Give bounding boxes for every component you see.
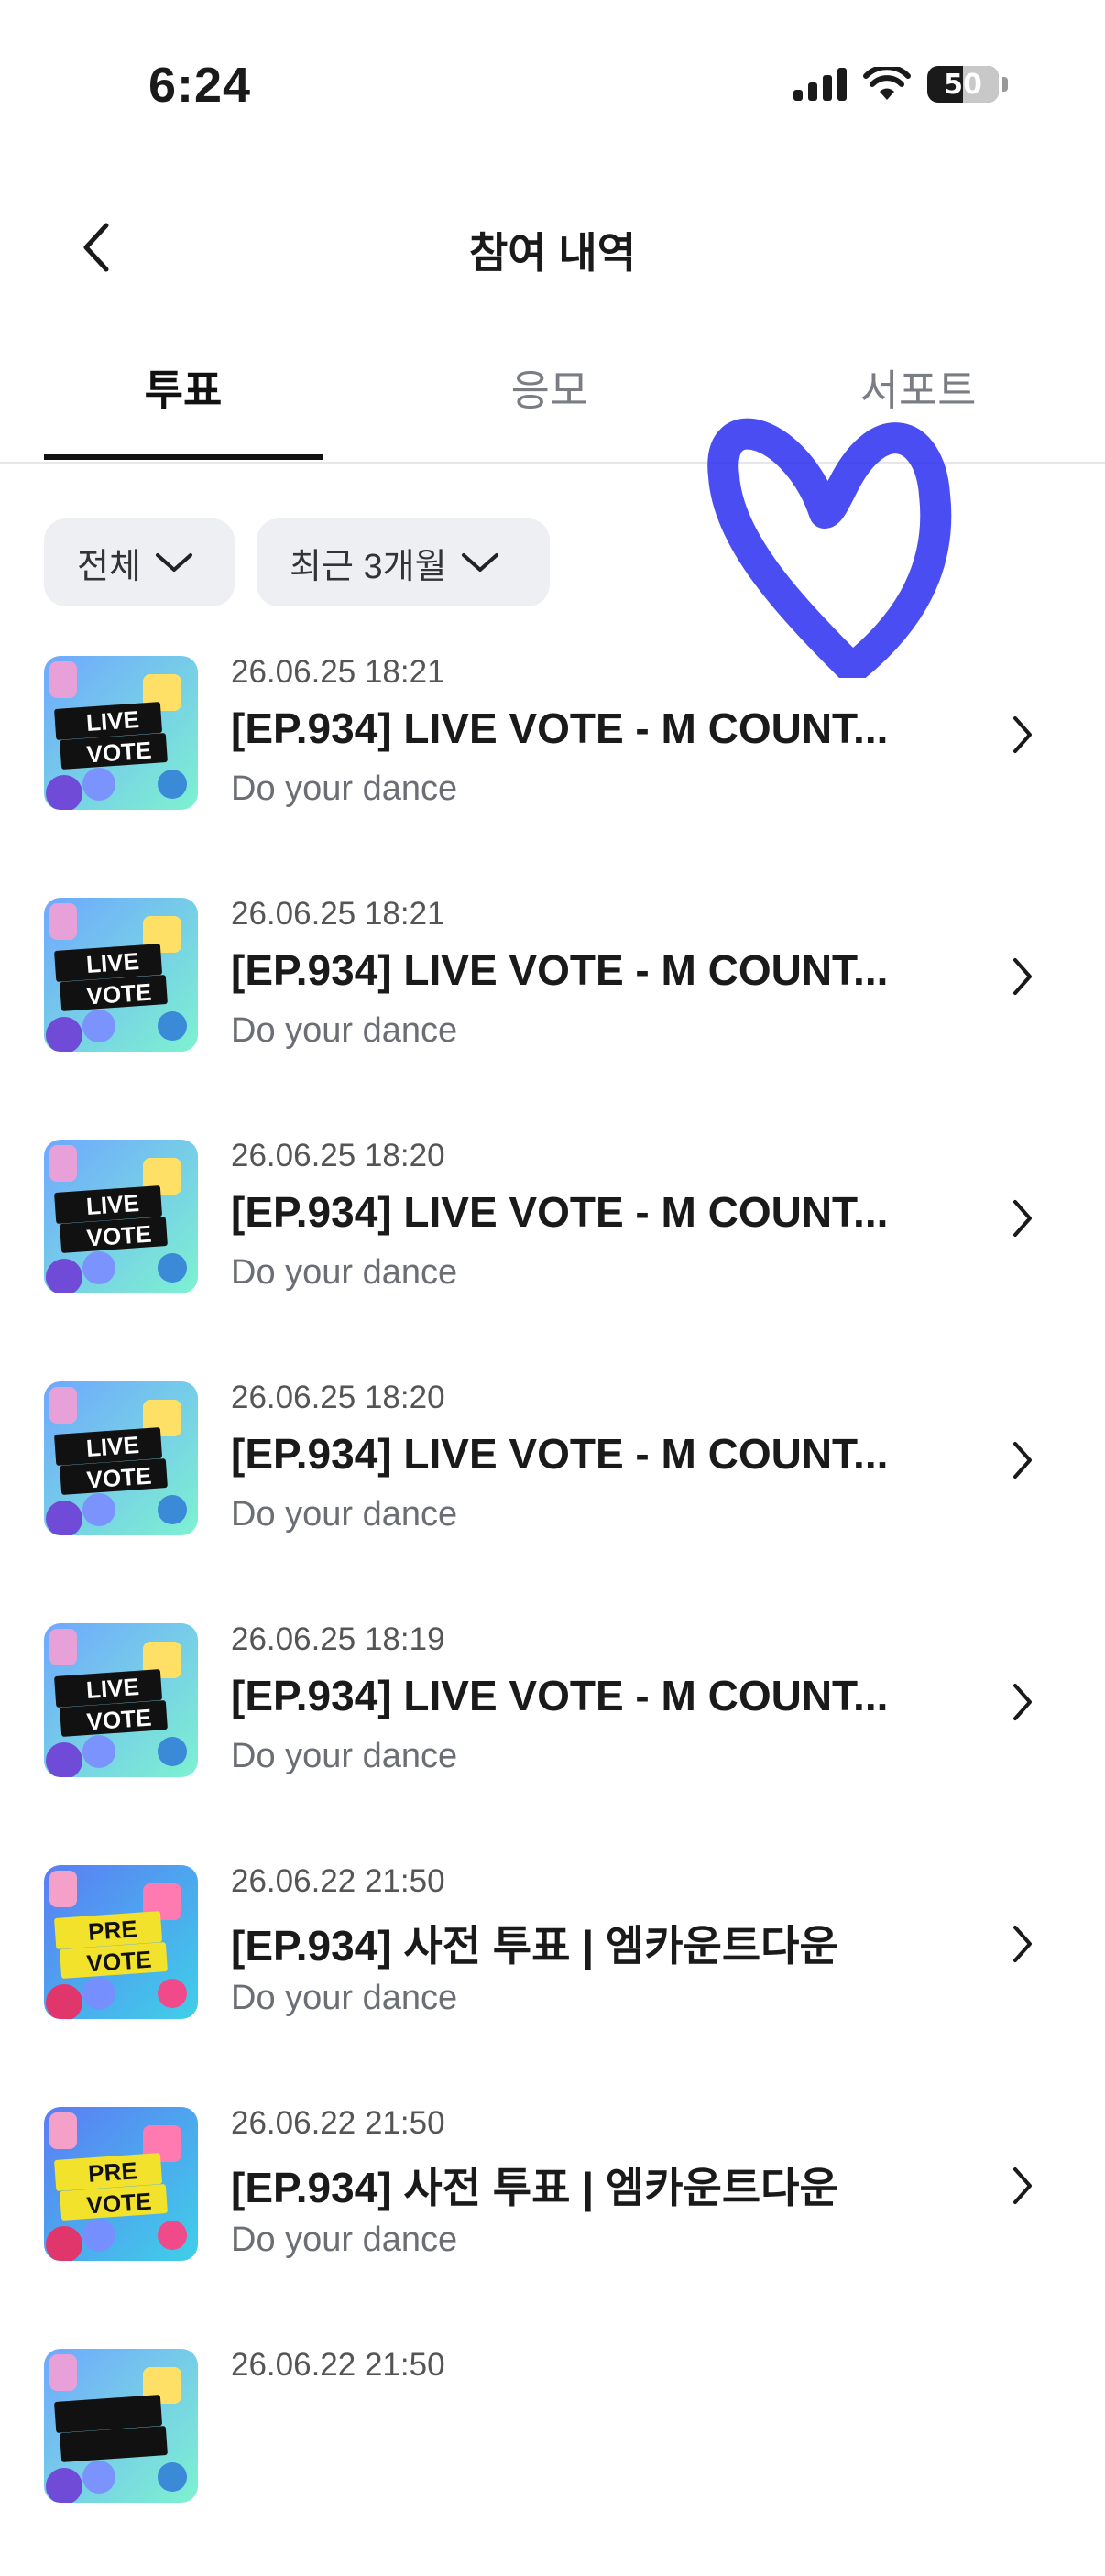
page-title: 참여 내역 bbox=[468, 229, 637, 277]
list-item[interactable]: LIVE VOTE 26.06.25 18:19 [EP.934] LIVE VOTE… bbox=[0, 1609, 1105, 1850]
active-tab-indicator bbox=[44, 454, 323, 460]
item-title: [EP.934] LIVE VOTE - M COUNT... bbox=[231, 1672, 889, 1719]
item-date: 26.06.25 18:20 bbox=[231, 1380, 445, 1415]
item-date: 26.06.25 18:21 bbox=[231, 654, 445, 690]
thumbnail-badge-top: LIVE bbox=[85, 1431, 140, 1462]
thumbnail-badge-top: LIVE bbox=[85, 1673, 140, 1704]
chevron-right-icon[interactable] bbox=[1004, 1435, 1041, 1486]
item-title: [EP.934] 사전 투표 | 엠카운트다운 bbox=[231, 1922, 838, 1970]
item-title: [EP.934] 사전 투표 | 엠카운트다운 bbox=[231, 2164, 838, 2211]
battery-level: 50 bbox=[944, 68, 982, 101]
live-vote-thumbnail: LIVE VOTE bbox=[44, 656, 198, 810]
list-item[interactable]: PRE VOTE 26.06.22 21:50 [EP.934] 사전 투표 | 엠카… bbox=[0, 2092, 1105, 2334]
chevron-down-icon bbox=[461, 553, 498, 572]
thumbnail-badge-top: PRE bbox=[87, 2156, 138, 2188]
battery-cap bbox=[1002, 77, 1008, 92]
thumbnail-badge-top: LIVE bbox=[85, 1189, 140, 1220]
filter-all-dropdown[interactable]: 전체 bbox=[44, 518, 235, 606]
battery-icon: 50 bbox=[927, 66, 999, 103]
live-vote-thumbnail: LIVE VOTE bbox=[44, 1623, 198, 1777]
list-item[interactable]: LIVE VOTE 26.06.25 18:20 [EP.934] LIVE VOTE… bbox=[0, 1125, 1105, 1367]
item-date: 26.06.22 21:50 bbox=[231, 2347, 445, 2383]
list-item[interactable]: LIVE VOTE 26.06.25 18:20 [EP.934] LIVE VOTE… bbox=[0, 1367, 1105, 1609]
chevron-right-icon[interactable] bbox=[1004, 1676, 1041, 1728]
live-vote-thumbnail bbox=[44, 2349, 198, 2503]
item-date: 26.06.22 21:50 bbox=[231, 2105, 445, 2141]
filter-bar: 전체 최근 3개월 bbox=[44, 518, 550, 606]
item-date: 26.06.25 18:19 bbox=[231, 1621, 445, 1657]
live-vote-thumbnail: LIVE VOTE bbox=[44, 898, 198, 1052]
pre-vote-thumbnail: PRE VOTE bbox=[44, 2107, 198, 2261]
wifi-icon bbox=[863, 67, 911, 100]
item-title: [EP.934] LIVE VOTE - M COUNT... bbox=[231, 1430, 889, 1478]
list-item[interactable]: PRE VOTE 26.06.22 21:50 [EP.934] 사전 투표 | 엠카… bbox=[0, 1850, 1105, 2092]
filter-all-label: 전체 bbox=[77, 547, 141, 586]
item-subtitle: Do your dance bbox=[231, 2221, 458, 2259]
status-bar: 6:24 50 bbox=[0, 0, 1105, 174]
item-title: [EP.934] LIVE VOTE - M COUNT... bbox=[231, 1188, 889, 1236]
item-subtitle: Do your dance bbox=[231, 1253, 458, 1292]
list-item[interactable]: LIVE VOTE 26.06.25 18:21 [EP.934] LIVE VOTE… bbox=[0, 641, 1105, 883]
tab-support[interactable]: 서포트 bbox=[781, 357, 1056, 449]
live-vote-thumbnail: LIVE VOTE bbox=[44, 1381, 198, 1535]
item-date: 26.06.25 18:21 bbox=[231, 896, 445, 932]
item-date: 26.06.25 18:20 bbox=[231, 1138, 445, 1173]
header: 참여 내역 bbox=[0, 192, 1105, 302]
item-subtitle: Do your dance bbox=[231, 1495, 458, 1534]
item-title: [EP.934] LIVE VOTE - M COUNT... bbox=[231, 704, 889, 752]
item-subtitle: Do your dance bbox=[231, 770, 458, 808]
tab-entry[interactable]: 응모 bbox=[412, 357, 687, 449]
cellular-signal-icon bbox=[793, 68, 847, 101]
status-time: 6:24 bbox=[148, 58, 252, 113]
status-icons: 50 bbox=[793, 66, 1008, 103]
live-vote-thumbnail: LIVE VOTE bbox=[44, 1140, 198, 1293]
item-subtitle: Do your dance bbox=[231, 1979, 458, 2017]
item-subtitle: Do your dance bbox=[231, 1737, 458, 1775]
chevron-right-icon[interactable] bbox=[1004, 951, 1041, 1002]
filter-period-dropdown[interactable]: 최근 3개월 bbox=[257, 518, 550, 606]
chevron-right-icon[interactable] bbox=[1004, 1918, 1041, 1970]
chevron-right-icon[interactable] bbox=[1004, 709, 1041, 760]
thumbnail-badge-top: LIVE bbox=[85, 705, 140, 737]
thumbnail-badge-top: PRE bbox=[87, 1915, 138, 1946]
chevron-right-icon[interactable] bbox=[1004, 2160, 1041, 2211]
filter-period-label: 최근 3개월 bbox=[290, 547, 447, 586]
list-item[interactable]: LIVE VOTE 26.06.25 18:21 [EP.934] LIVE VOTE… bbox=[0, 883, 1105, 1125]
chevron-down-icon bbox=[155, 553, 192, 572]
pre-vote-thumbnail: PRE VOTE bbox=[44, 1865, 198, 2019]
item-date: 26.06.22 21:50 bbox=[231, 1863, 445, 1899]
tab-bar: 투표 응모 서포트 bbox=[0, 339, 1105, 464]
item-subtitle: Do your dance bbox=[231, 1011, 458, 1050]
chevron-right-icon[interactable] bbox=[1004, 1193, 1041, 1244]
item-title: [EP.934] LIVE VOTE - M COUNT... bbox=[231, 946, 889, 994]
thumbnail-badge-top: LIVE bbox=[85, 947, 140, 978]
list-item[interactable]: 26.06.22 21:50 bbox=[0, 2334, 1105, 2576]
tab-vote[interactable]: 투표 bbox=[46, 357, 321, 449]
